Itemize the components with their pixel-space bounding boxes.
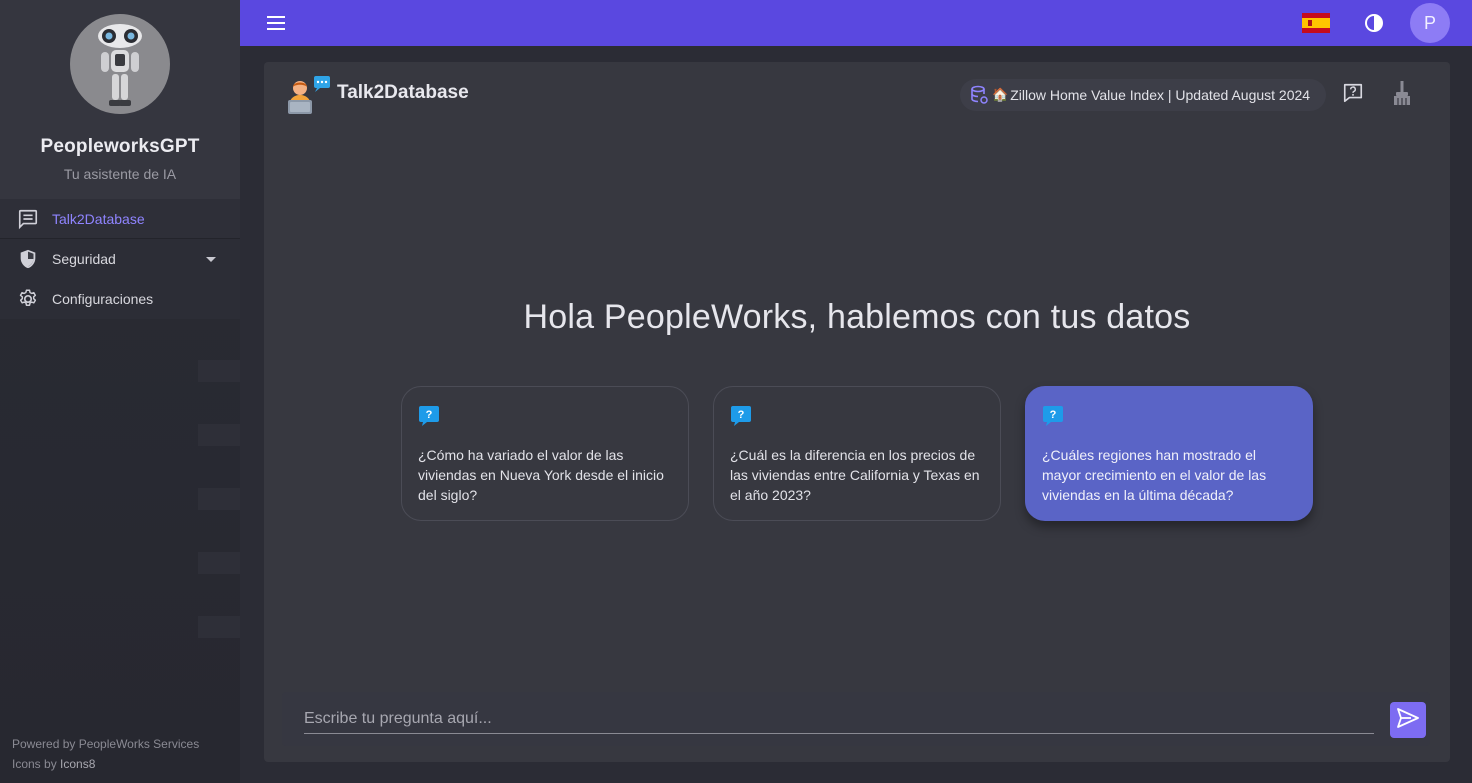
- divider: [198, 616, 240, 638]
- chat-input-area: [282, 692, 1430, 746]
- suggestion-text: ¿Cuál es la diferencia en los precios de…: [730, 447, 980, 503]
- clear-chat-broom-icon[interactable]: [1390, 80, 1414, 106]
- spain-flag-icon[interactable]: [1302, 13, 1330, 33]
- divider: [198, 552, 240, 574]
- sidebar-item-seguridad[interactable]: Seguridad: [0, 239, 240, 279]
- feedback-help-icon[interactable]: [1342, 82, 1364, 104]
- chat-icon: [17, 208, 39, 230]
- robot-avatar: [70, 14, 170, 114]
- shield-icon: [17, 248, 39, 270]
- divider: [198, 488, 240, 510]
- svg-text:?: ?: [738, 409, 745, 421]
- sidebar-item-talk2database[interactable]: Talk2Database: [0, 199, 240, 239]
- database-icon: [970, 85, 988, 105]
- icons-credit-prefix: Icons by: [12, 757, 61, 771]
- sidebar-item-label: Configuraciones: [52, 291, 154, 307]
- sidebar-group: Seguridad Configuraciones: [0, 239, 240, 319]
- suggestion-text: ¿Cuáles regiones han mostrado el mayor c…: [1042, 447, 1267, 503]
- dataset-chip[interactable]: 🏠 Zillow Home Value Index | Updated Augu…: [960, 79, 1326, 111]
- talk2database-logo-icon: [286, 76, 330, 114]
- icons8-link[interactable]: Icons8: [60, 757, 95, 771]
- hamburger-menu-icon[interactable]: [266, 14, 286, 32]
- sidebar-item-label: Seguridad: [52, 251, 116, 267]
- sidebar-nav: Talk2Database Seguridad Configuraciones: [0, 199, 240, 319]
- main-card: Talk2Database 🏠 Zillow Home Value Index …: [264, 62, 1450, 762]
- icons-credit: Icons by Icons8: [12, 754, 199, 774]
- chevron-down-icon[interactable]: [206, 257, 216, 262]
- suggestion-text: ¿Cómo ha variado el valor de las viviend…: [418, 447, 664, 503]
- app-name: PeopleworksGPT: [40, 136, 200, 157]
- credits: Powered by PeopleWorks Services Icons by…: [12, 734, 199, 774]
- sidebar-profile: PeopleworksGPT Tu asistente de IA: [0, 0, 240, 199]
- question-input[interactable]: [304, 704, 1374, 734]
- house-icon: 🏠: [992, 87, 1009, 102]
- suggestion-card[interactable]: ? ¿Cuál es la diferencia en los precios …: [713, 386, 1001, 521]
- divider: [198, 360, 240, 382]
- question-bubble-icon: ?: [418, 406, 440, 431]
- sidebar-item-label: Talk2Database: [52, 210, 145, 227]
- question-bubble-icon: ?: [1042, 406, 1064, 431]
- divider: [198, 424, 240, 446]
- send-button[interactable]: [1390, 702, 1426, 738]
- dataset-chip-label: Zillow Home Value Index | Updated August…: [1010, 87, 1311, 103]
- sidebar: PeopleworksGPT Tu asistente de IA Talk2D…: [0, 0, 240, 783]
- contrast-icon[interactable]: [1364, 13, 1384, 33]
- topbar: P: [240, 0, 1472, 46]
- powered-by-text: Powered by PeopleWorks Services: [12, 737, 200, 751]
- suggestion-card[interactable]: ? ¿Cómo ha variado el valor de las vivie…: [401, 386, 689, 521]
- sidebar-item-configuraciones[interactable]: Configuraciones: [0, 279, 240, 319]
- send-icon: [1397, 707, 1419, 733]
- suggestions: ? ¿Cómo ha variado el valor de las vivie…: [401, 386, 1313, 521]
- page-title: Talk2Database: [337, 82, 469, 103]
- gear-icon: [17, 288, 39, 310]
- question-bubble-icon: ?: [730, 406, 752, 431]
- user-avatar[interactable]: P: [1410, 3, 1450, 43]
- svg-text:?: ?: [1050, 409, 1057, 421]
- greeting-heading: Hola PeopleWorks, hablemos con tus datos: [523, 298, 1191, 336]
- svg-text:?: ?: [426, 409, 433, 421]
- app-subtitle: Tu asistente de IA: [63, 166, 177, 182]
- suggestion-card[interactable]: ? ¿Cuáles regiones han mostrado el mayor…: [1025, 386, 1313, 521]
